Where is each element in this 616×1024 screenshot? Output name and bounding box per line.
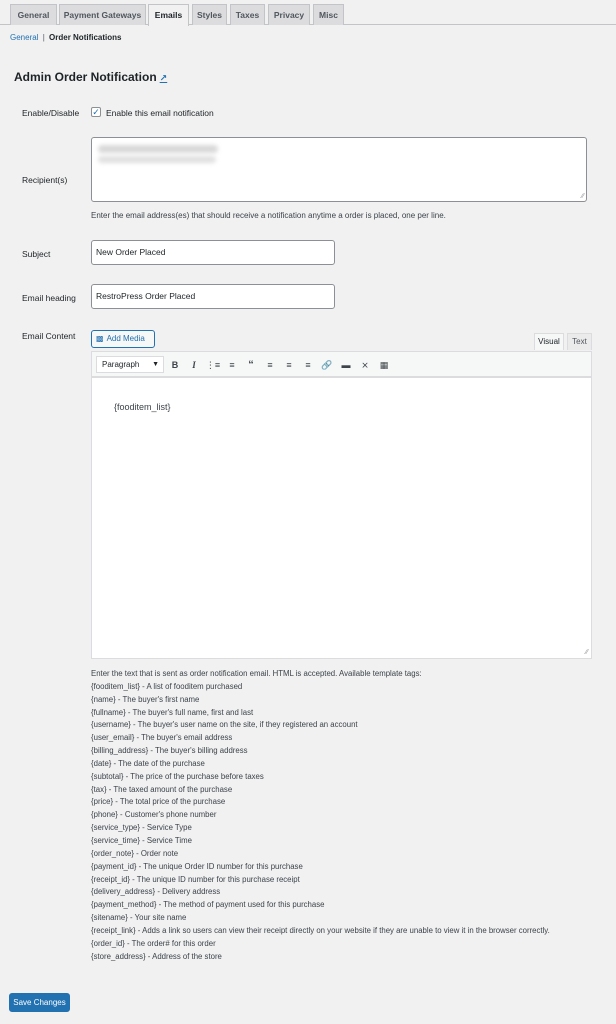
recipients-textarea[interactable]: ∕∕ xyxy=(91,137,587,202)
link-icon[interactable]: 🔗 xyxy=(319,357,335,373)
tab-misc[interactable]: Misc xyxy=(313,4,344,25)
tag-line: {order_note} - Order note xyxy=(91,848,179,858)
tag-line: {date} - The date of the purchase xyxy=(91,758,205,768)
sub-navigation: General | Order Notifications xyxy=(10,33,121,42)
editor-content[interactable]: {fooditem_list} xyxy=(114,402,171,412)
tag-line: {fullname} - The buyer's full name, firs… xyxy=(91,707,254,717)
subnav-general-link[interactable]: General xyxy=(10,33,38,42)
tag-line: {payment_method} - The method of payment… xyxy=(91,900,325,910)
tag-line: {billing_address} - The buyer's billing … xyxy=(91,746,248,756)
tab-general[interactable]: General xyxy=(10,4,57,25)
email-heading-input[interactable]: RestroPress Order Placed xyxy=(91,284,335,309)
tab-payment-gateways[interactable]: Payment Gateways xyxy=(59,4,146,25)
tag-line: {delivery_address} - Delivery address xyxy=(91,887,221,897)
tag-line: {sitename} - Your site name xyxy=(91,913,187,923)
subnav-current: Order Notifications xyxy=(49,33,122,42)
align-center-icon[interactable]: ≡ xyxy=(281,357,297,373)
toolbar-toggle-icon[interactable]: ▦ xyxy=(376,357,392,373)
resize-handle-icon[interactable]: ∕∕ xyxy=(586,649,588,656)
tab-taxes[interactable]: Taxes xyxy=(230,4,265,25)
tag-line: {fooditem_list} - A list of fooditem pur… xyxy=(91,681,243,691)
bullet-list-icon[interactable]: ⋮≡ xyxy=(205,357,221,373)
tab-styles[interactable]: Styles xyxy=(192,4,227,25)
tag-line: {store_address} - Address of the store xyxy=(91,951,222,961)
email-content-editor[interactable]: {fooditem_list} ∕∕ xyxy=(91,377,592,659)
recipients-description: Enter the email address(es) that should … xyxy=(91,211,446,220)
add-media-label: Add Media xyxy=(106,334,145,343)
enable-checkbox-label[interactable]: Enable this email notification xyxy=(106,108,214,118)
redacted-email-line xyxy=(98,156,216,163)
tab-emails[interactable]: Emails xyxy=(148,4,189,26)
tag-line: {tax} - The taxed amount of the purchase xyxy=(91,784,233,794)
format-select-value: Paragraph xyxy=(102,360,140,369)
section-title: Admin Order Notification ↗ xyxy=(14,70,167,84)
tag-line: {receipt_link} - Adds a link so users ca… xyxy=(91,925,550,935)
fullscreen-icon[interactable]: ⨯ xyxy=(357,357,373,373)
read-more-icon[interactable]: ▬ xyxy=(338,357,354,373)
tag-line: {receipt_id} - The unique ID number for … xyxy=(91,874,300,884)
tag-line: {user_email} - The buyer's email address xyxy=(91,733,233,743)
tab-text[interactable]: Text xyxy=(567,333,592,350)
tag-line: {price} - The total price of the purchas… xyxy=(91,797,226,807)
template-tags-description: Enter the text that is sent as order not… xyxy=(91,668,550,963)
tab-privacy[interactable]: Privacy xyxy=(268,4,310,25)
resize-handle-icon[interactable]: ∕∕ xyxy=(582,193,584,200)
blockquote-icon[interactable]: “ xyxy=(243,357,259,373)
redacted-email-line xyxy=(98,145,218,153)
tag-line: {service_time} - Service Time xyxy=(91,835,192,845)
italic-icon[interactable]: I xyxy=(186,357,202,373)
section-title-text: Admin Order Notification xyxy=(14,70,157,84)
add-media-button[interactable]: ▩ Add Media xyxy=(91,330,155,348)
email-content-label: Email Content xyxy=(22,331,76,341)
editor-toolbar: Paragraph ▼ B I ⋮≡ ≡ “ ≡ ≡ ≡ 🔗 ▬ ⨯ ▦ xyxy=(91,351,592,377)
chevron-down-icon: ▼ xyxy=(152,361,159,368)
save-changes-button[interactable]: Save Changes xyxy=(9,993,70,1012)
tag-line: {subtotal} - The price of the purchase b… xyxy=(91,771,264,781)
numbered-list-icon[interactable]: ≡ xyxy=(224,357,240,373)
subject-label: Subject xyxy=(22,249,51,259)
tag-line: {payment_id} - The unique Order ID numbe… xyxy=(91,861,303,871)
tab-visual[interactable]: Visual xyxy=(534,333,564,350)
tag-line: {service_type} - Service Type xyxy=(91,823,192,833)
external-link-icon[interactable]: ↗ xyxy=(160,73,168,83)
align-left-icon[interactable]: ≡ xyxy=(262,357,278,373)
tag-line: {order_id} - The order# for this order xyxy=(91,938,216,948)
bold-icon[interactable]: B xyxy=(167,357,183,373)
format-select[interactable]: Paragraph ▼ xyxy=(96,356,164,373)
align-right-icon[interactable]: ≡ xyxy=(300,357,316,373)
add-media-icon: ▩ xyxy=(96,334,104,343)
tags-intro: Enter the text that is sent as order not… xyxy=(91,669,422,678)
enable-checkbox[interactable]: ✓ xyxy=(91,107,101,117)
subnav-separator: | xyxy=(42,33,45,42)
tag-line: {username} - The buyer's user name on th… xyxy=(91,720,358,730)
subject-input[interactable]: New Order Placed xyxy=(91,240,335,265)
enable-label: Enable/Disable xyxy=(22,108,80,118)
settings-tabs: General Payment Gateways Emails Styles T… xyxy=(0,0,616,26)
email-heading-label: Email heading xyxy=(22,293,76,303)
tag-line: {name} - The buyer's first name xyxy=(91,694,200,704)
tag-line: {phone} - Customer's phone number xyxy=(91,810,217,820)
recipients-label: Recipient(s) xyxy=(22,175,68,185)
